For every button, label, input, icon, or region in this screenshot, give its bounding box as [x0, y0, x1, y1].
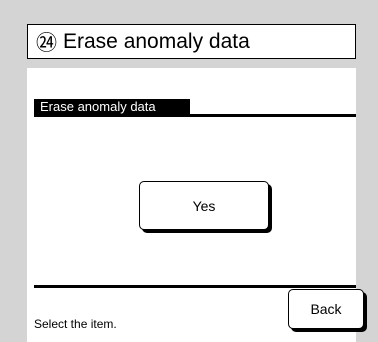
yes-button[interactable]: Yes	[139, 181, 269, 230]
yes-button-label: Yes	[192, 197, 216, 214]
back-button-label: Back	[310, 301, 342, 317]
page-title: Erase anomaly data	[63, 29, 250, 53]
step-number-badge: ㉔	[36, 30, 57, 55]
back-button[interactable]: Back	[288, 289, 364, 329]
status-message: Select the item.	[34, 317, 117, 331]
screen-panel: Erase anomaly data Yes Back Select the i…	[27, 68, 364, 342]
top-divider	[34, 114, 356, 117]
section-label: Erase anomaly data	[34, 99, 190, 114]
bottom-divider	[34, 285, 356, 288]
title-bar: ㉔ Erase anomaly data	[27, 24, 356, 59]
